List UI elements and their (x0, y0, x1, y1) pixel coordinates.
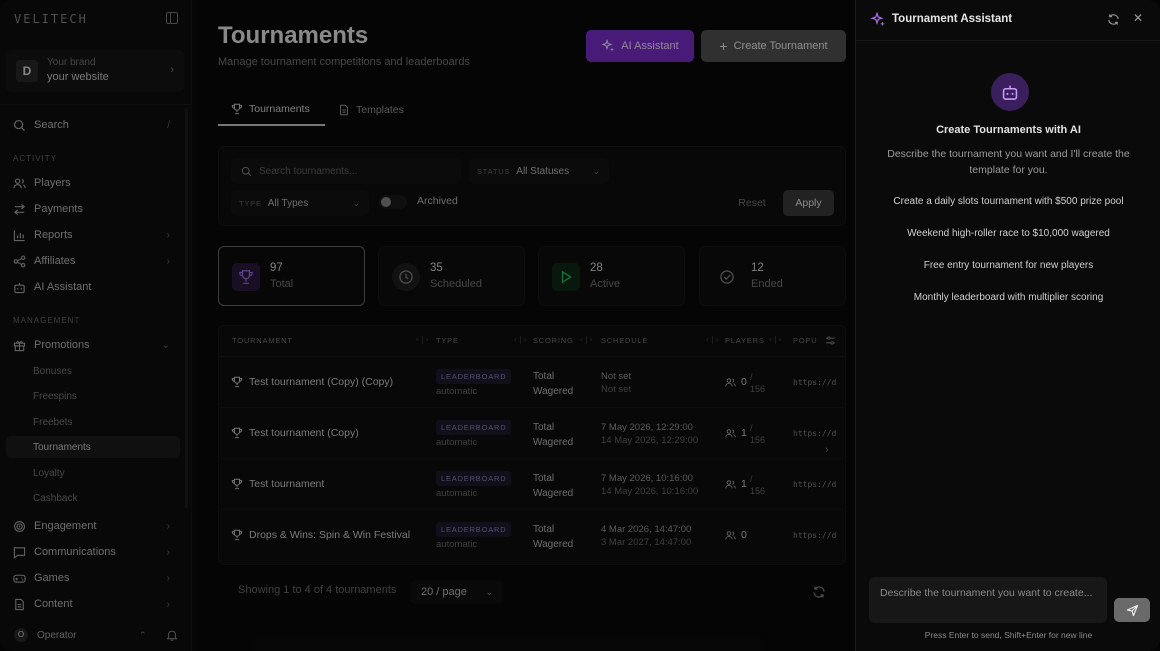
send-button[interactable] (1114, 598, 1150, 622)
assistant-panel: Tournament Assistant ✕ Create Tournament… (855, 0, 1160, 651)
close-icon[interactable]: ✕ (1133, 11, 1143, 25)
suggestion-prompt[interactable]: Free entry tournament for new players (856, 260, 1160, 271)
chat-input[interactable] (880, 585, 1096, 617)
app-frame: VELITECH D Your brand your website › Sea… (0, 0, 1160, 651)
suggestion-prompt[interactable]: Monthly leaderboard with multiplier scor… (856, 292, 1160, 303)
input-hint: Press Enter to send, Shift+Enter for new… (924, 630, 1093, 640)
bot-icon (991, 73, 1029, 111)
suggestion-prompt[interactable]: Create a daily slots tournament with $50… (856, 196, 1160, 207)
assistant-description: Describe the tournament you want and I'l… (887, 148, 1130, 176)
sparkles-icon (870, 12, 885, 27)
chat-input-box[interactable] (869, 577, 1107, 623)
assistant-heading: Create Tournaments with AI (936, 124, 1081, 136)
assistant-title: Tournament Assistant (892, 13, 1013, 25)
suggestion-prompt[interactable]: Weekend high-roller race to $10,000 wage… (856, 228, 1160, 239)
panel-divider (856, 40, 1160, 41)
send-icon (1126, 604, 1138, 616)
refresh-icon[interactable] (1107, 13, 1120, 26)
modal-backdrop[interactable] (0, 0, 855, 651)
